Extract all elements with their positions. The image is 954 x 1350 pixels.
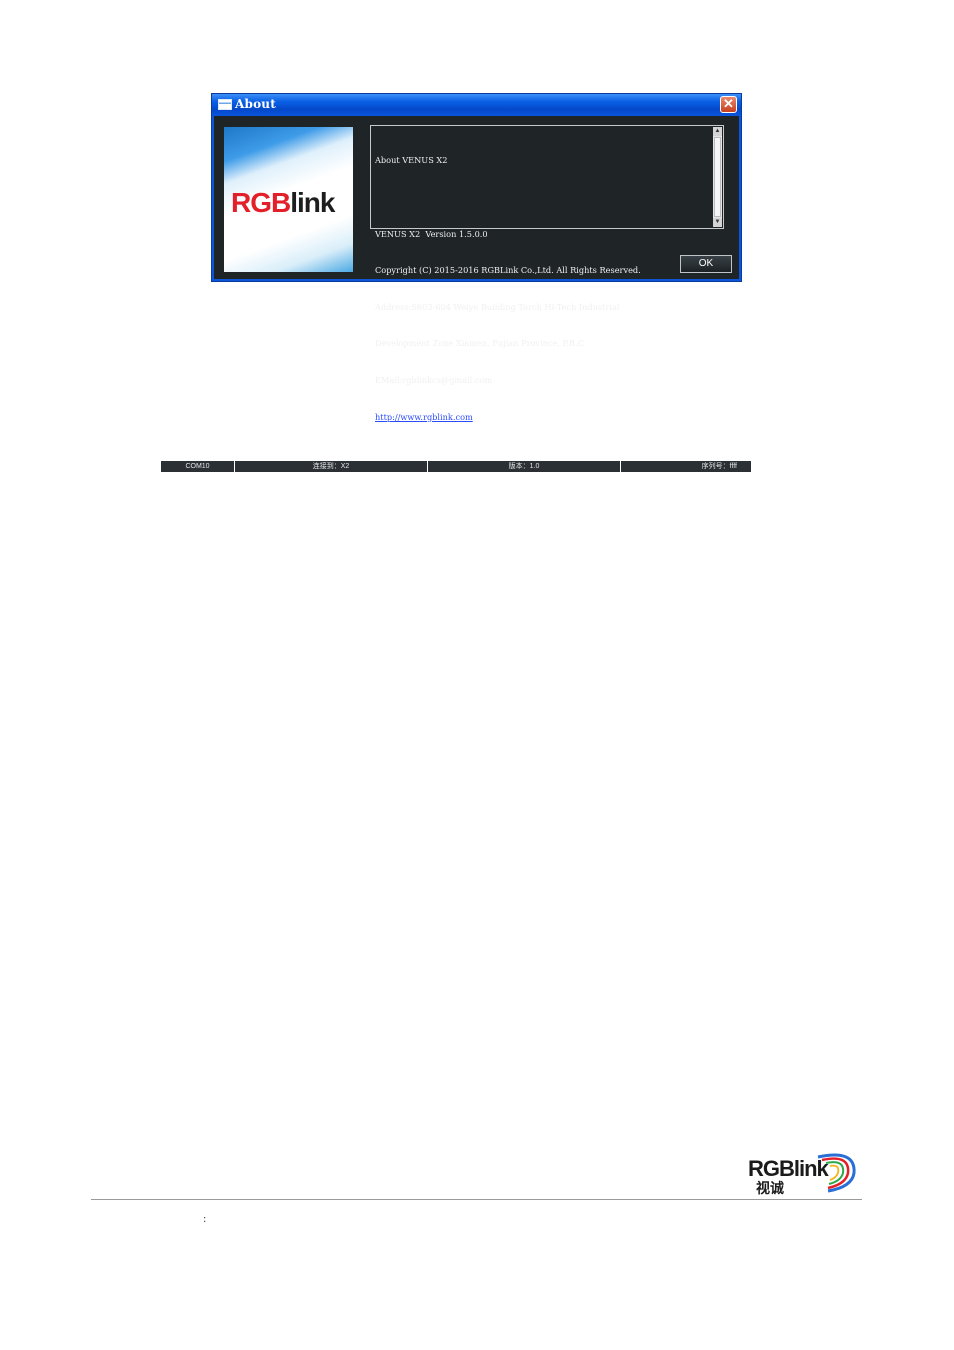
info-line [375, 191, 711, 203]
info-line: Address:S603-604 Weiye Building Torch Hi… [375, 301, 620, 312]
info-line: About VENUS X2 [375, 155, 448, 166]
vertical-scrollbar[interactable]: ▲ ▼ [713, 127, 722, 227]
status-device: 连接到：X2 [235, 461, 428, 472]
arrow-up-icon[interactable]: ▲ [713, 127, 722, 136]
footer-text: : [203, 1214, 207, 1225]
close-icon: ✕ [723, 96, 734, 111]
footer-logo: RGBlink 视诚 [748, 1151, 860, 1197]
info-line: Copyright (C) 2015-2016 RGBLink Co.,Ltd.… [375, 265, 641, 276]
info-line: Development Zone Xiamen, Fujian Province… [375, 338, 585, 349]
about-info-text: About VENUS X2 VENUS X2 Version 1.5.0.0 … [375, 130, 711, 447]
arrow-down-icon[interactable]: ▼ [713, 218, 722, 227]
logo-swoosh [224, 127, 353, 241]
footer-logo-cn: 视诚 [756, 1181, 784, 1197]
ok-button[interactable]: OK [680, 255, 732, 273]
rgblink-logo: RGBlink [231, 187, 335, 218]
close-button[interactable]: ✕ [720, 96, 737, 113]
status-serial: 序列号：ffff [701, 463, 737, 470]
status-bar: COM10 连接到：X2 版本：1.0 序列号：ffff [161, 461, 751, 472]
status-version: 版本：1.0 [428, 461, 621, 472]
dialog-title: About [235, 97, 276, 111]
product-logo-image: RGBlink [224, 127, 353, 272]
about-dialog: About ✕ RGBlink About VENUS X2 VENUS X2 … [211, 93, 742, 422]
window-icon [218, 99, 232, 110]
website-link[interactable]: http://www.rgblink.com [375, 411, 711, 423]
dialog-titlebar[interactable]: About ✕ [212, 94, 741, 116]
info-line: VENUS X2 Version 1.5.0.0 [375, 228, 488, 239]
info-line: EMail:rgblinkcs@gmail.com [375, 374, 493, 385]
about-info-textbox[interactable]: About VENUS X2 VENUS X2 Version 1.5.0.0 … [370, 125, 724, 422]
scroll-thumb[interactable] [714, 137, 721, 217]
status-port: COM10 [161, 461, 235, 472]
footer-divider [91, 1199, 862, 1200]
